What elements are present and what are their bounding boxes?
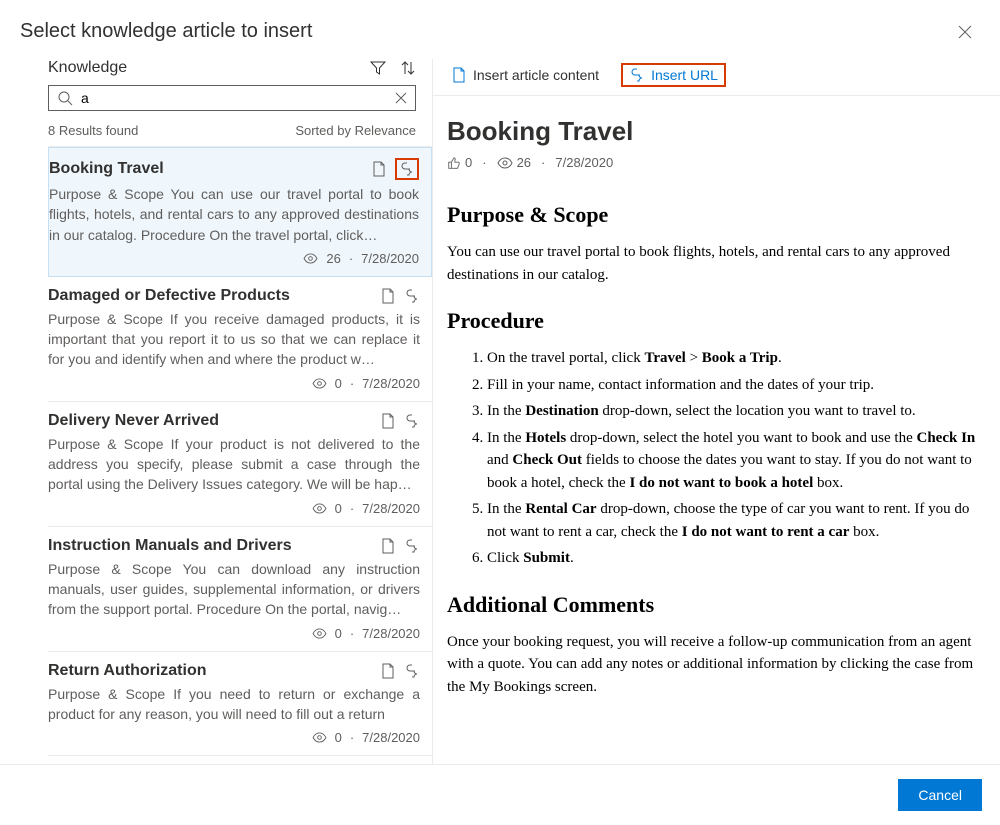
dialog-title: Select knowledge article to insert bbox=[20, 20, 312, 43]
insert-content-action[interactable] bbox=[380, 538, 396, 554]
link-icon bbox=[399, 161, 415, 177]
result-snippet: Purpose & Scope You can download any ins… bbox=[48, 559, 420, 620]
procedure-step: In the Hotels drop-down, select the hote… bbox=[487, 427, 986, 495]
result-date: 7/28/2020 bbox=[362, 626, 420, 641]
like-count: 0 bbox=[447, 155, 472, 170]
insert-content-action[interactable] bbox=[380, 413, 396, 429]
view-count: 26 bbox=[497, 155, 531, 170]
sort-button[interactable] bbox=[400, 60, 416, 76]
search-input[interactable] bbox=[81, 90, 387, 106]
insert-content-action[interactable] bbox=[380, 288, 396, 304]
search-icon bbox=[57, 90, 73, 106]
result-title: Damaged or Defective Products bbox=[48, 287, 290, 305]
procedure-steps: On the travel portal, click Travel > Boo… bbox=[447, 347, 986, 570]
procedure-step: In the Rental Car drop-down, choose the … bbox=[487, 498, 986, 543]
result-title: Instruction Manuals and Drivers bbox=[48, 537, 292, 555]
result-card[interactable]: Delivery Never Arrived Purpose & Scope If… bbox=[48, 402, 432, 527]
procedure-step: Click Submit. bbox=[487, 547, 986, 570]
result-snippet: Purpose & Scope If you receive damaged p… bbox=[48, 309, 420, 370]
insert-url-action[interactable] bbox=[404, 663, 420, 679]
heading-comments: Additional Comments bbox=[447, 588, 986, 621]
document-icon bbox=[451, 67, 467, 83]
article-title: Booking Travel bbox=[447, 116, 986, 147]
paragraph-purpose: You can use our travel portal to book fl… bbox=[447, 241, 986, 286]
sorted-by: Sorted by Relevance bbox=[295, 123, 416, 138]
result-views: 0 bbox=[335, 730, 342, 745]
cancel-button[interactable]: Cancel bbox=[898, 779, 982, 811]
article-preview-panel: Insert article content Insert URL Bookin… bbox=[433, 59, 1000, 764]
eye-icon bbox=[312, 732, 327, 743]
eye-icon bbox=[312, 503, 327, 514]
thumbs-up-icon bbox=[447, 156, 461, 170]
link-icon bbox=[629, 67, 645, 83]
eye-icon bbox=[312, 628, 327, 639]
result-date: 7/28/2020 bbox=[362, 376, 420, 391]
filter-button[interactable] bbox=[370, 60, 386, 76]
results-count: 8 Results found bbox=[48, 123, 138, 138]
article-content: Booking Travel 0 · 26 · 7/28/2020 Purp bbox=[433, 96, 1000, 764]
insert-content-action[interactable] bbox=[380, 663, 396, 679]
tab-insert-url[interactable]: Insert URL bbox=[621, 63, 726, 87]
result-views: 0 bbox=[335, 376, 342, 391]
result-card[interactable]: Booking Travel Purpose & Scope You can us… bbox=[48, 147, 432, 277]
insert-url-action[interactable] bbox=[395, 158, 419, 180]
result-views: 0 bbox=[335, 626, 342, 641]
filter-icon bbox=[370, 60, 386, 76]
sort-icon bbox=[400, 60, 416, 76]
tab-insert-article-content[interactable]: Insert article content bbox=[447, 63, 603, 87]
insert-content-action[interactable] bbox=[371, 161, 387, 177]
result-title: Return Authorization bbox=[48, 662, 207, 680]
tab-label: Insert article content bbox=[473, 67, 599, 83]
paragraph-comments: Once your booking request, you will rece… bbox=[447, 631, 986, 699]
eye-icon bbox=[303, 253, 318, 264]
result-date: 7/28/2020 bbox=[362, 730, 420, 745]
procedure-step: Fill in your name, contact information a… bbox=[487, 374, 986, 397]
result-views: 26 bbox=[326, 251, 340, 266]
results-list[interactable]: Booking Travel Purpose & Scope You can us… bbox=[48, 146, 432, 764]
heading-procedure: Procedure bbox=[447, 304, 986, 337]
result-title: Delivery Never Arrived bbox=[48, 412, 219, 430]
knowledge-label: Knowledge bbox=[48, 59, 127, 77]
close-icon bbox=[958, 25, 972, 39]
result-snippet: Purpose & Scope You can use our travel p… bbox=[49, 184, 419, 245]
clear-icon bbox=[395, 92, 407, 104]
article-date: 7/28/2020 bbox=[555, 155, 613, 170]
eye-icon bbox=[312, 378, 327, 389]
result-snippet: Purpose & Scope If you need to return or… bbox=[48, 684, 420, 725]
eye-icon bbox=[497, 157, 513, 169]
clear-search-button[interactable] bbox=[395, 92, 407, 104]
tab-label: Insert URL bbox=[651, 67, 718, 83]
result-date: 7/28/2020 bbox=[362, 501, 420, 516]
insert-url-action[interactable] bbox=[404, 413, 420, 429]
close-button[interactable] bbox=[950, 21, 980, 43]
insert-url-action[interactable] bbox=[404, 288, 420, 304]
result-card[interactable]: Return Authorization Purpose & Scope If y… bbox=[48, 652, 432, 757]
result-snippet: Purpose & Scope If your product is not d… bbox=[48, 434, 420, 495]
result-card[interactable]: Instruction Manuals and Drivers Purpose &… bbox=[48, 527, 432, 652]
heading-purpose: Purpose & Scope bbox=[447, 198, 986, 231]
knowledge-panel: Knowledge bbox=[0, 59, 432, 764]
insert-url-action[interactable] bbox=[404, 538, 420, 554]
result-date: 7/28/2020 bbox=[361, 251, 419, 266]
procedure-step: On the travel portal, click Travel > Boo… bbox=[487, 347, 986, 370]
search-field[interactable] bbox=[48, 85, 416, 111]
procedure-step: In the Destination drop-down, select the… bbox=[487, 400, 986, 423]
result-title: Booking Travel bbox=[49, 160, 164, 178]
result-views: 0 bbox=[335, 501, 342, 516]
result-card[interactable]: Damaged or Defective Products Purpose & S… bbox=[48, 277, 432, 402]
